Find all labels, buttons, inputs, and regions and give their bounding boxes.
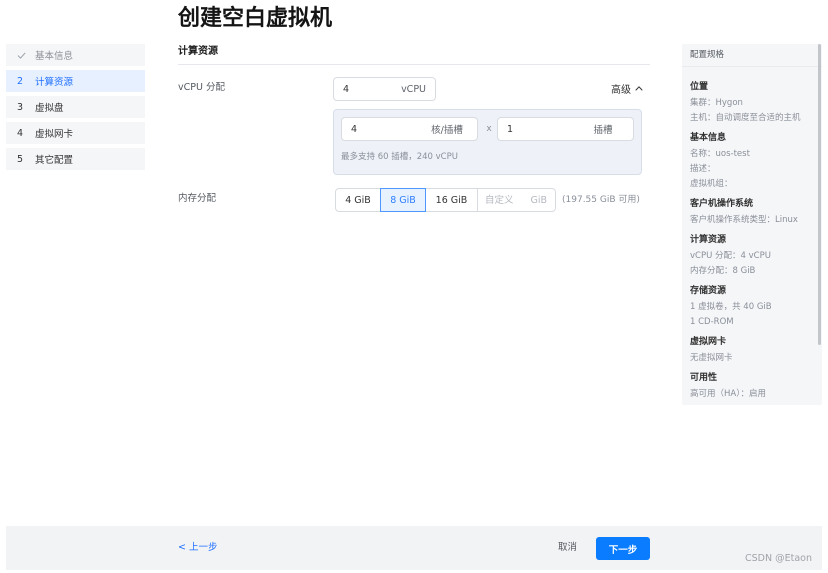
advanced-label: 高级 <box>611 84 631 96</box>
sockets-input[interactable] <box>498 118 579 140</box>
summary-group-availability: 可用性 高可用（HA）：启用 <box>690 370 814 402</box>
vcpu-field: vCPU <box>333 77 436 101</box>
advanced-panel: 核/插槽 x 插槽 最多支持 60 插槽，240 vCPU <box>333 109 642 175</box>
step-virtual-disk[interactable]: 3 虚拟盘 <box>6 96 145 118</box>
step-number: 3 <box>17 101 24 113</box>
step-number: 2 <box>17 75 24 87</box>
summary-group-compute: 计算资源 vCPU 分配：4 vCPU 内存分配：8 GiB <box>690 232 814 279</box>
cores-per-socket-field: 核/插槽 <box>341 117 478 141</box>
cores-per-socket-unit: 核/插槽 <box>431 125 463 136</box>
group-line: 主机：自动调度至合适的主机 <box>690 112 801 123</box>
cancel-button[interactable]: 取消 <box>558 541 577 555</box>
chevron-up-icon <box>635 86 643 91</box>
watermark: CSDN @Etaon <box>745 553 812 564</box>
step-marker <box>17 51 35 60</box>
summary-group-basic-info: 基本信息 名称：uos-test 描述： 虚拟机组： <box>690 130 814 192</box>
group-line: 1 虚拟卷，共 40 GiB <box>690 301 772 312</box>
step-label: 计算资源 <box>35 77 74 88</box>
vcpu-unit: vCPU <box>401 83 426 95</box>
step-virtual-nic[interactable]: 4 虚拟网卡 <box>6 122 145 144</box>
group-line: vCPU 分配：4 vCPU <box>690 250 771 261</box>
group-heading: 位置 <box>690 81 709 92</box>
summary-group-storage: 存储资源 1 虚拟卷，共 40 GiB 1 CD-ROM <box>690 283 814 330</box>
memory-label: 内存分配 <box>178 193 217 204</box>
memory-custom-field: GiB <box>477 188 556 212</box>
memory-option-8gib[interactable]: 8 GiB <box>380 188 426 212</box>
next-step-button[interactable]: 下一步 <box>596 537 650 560</box>
step-basic-info[interactable]: 基本信息 <box>6 44 145 66</box>
group-line: 集群：Hygon <box>690 97 743 108</box>
prev-step-link[interactable]: < 上一步 <box>178 541 217 555</box>
group-line: 高可用（HA）：启用 <box>690 388 766 399</box>
step-label: 其它配置 <box>35 155 74 166</box>
summary-group-guest-os: 客户机操作系统 客户机操作系统类型：Linux <box>690 196 814 228</box>
step-number: 4 <box>17 127 24 139</box>
step-label: 虚拟盘 <box>35 103 64 114</box>
step-compute-resources[interactable]: 2 计算资源 <box>6 70 145 92</box>
sockets-field: 插槽 <box>497 117 634 141</box>
group-line: 1 CD-ROM <box>690 316 734 327</box>
summary-scrollbar[interactable] <box>818 44 821 345</box>
advanced-toggle[interactable]: 高级 <box>611 81 643 96</box>
memory-available: (197.55 GiB 可用) <box>562 195 640 205</box>
step-number: 5 <box>17 153 24 165</box>
group-line: 描述： <box>690 163 716 174</box>
step-nav: 基本信息 2 计算资源 3 虚拟盘 4 虚拟网卡 5 其它配置 <box>6 44 145 174</box>
group-line: 内存分配：8 GiB <box>690 265 756 276</box>
vcpu-input[interactable] <box>334 78 402 100</box>
step-other-config[interactable]: 5 其它配置 <box>6 148 145 170</box>
check-icon <box>17 52 26 59</box>
group-heading: 虚拟网卡 <box>690 336 727 347</box>
memory-custom-unit: GiB <box>530 194 547 206</box>
multiply-sign: x <box>486 124 492 134</box>
summary-title: 配置规格 <box>690 50 725 60</box>
step-label: 虚拟网卡 <box>35 129 74 140</box>
summary-divider <box>682 66 822 67</box>
step-label: 基本信息 <box>35 51 74 62</box>
group-heading: 客户机操作系统 <box>690 198 754 209</box>
section-divider <box>178 64 650 65</box>
group-line: 虚拟机组： <box>690 178 733 189</box>
summary-body: 位置 集群：Hygon 主机：自动调度至合适的主机 基本信息 名称：uos-te… <box>690 79 814 406</box>
cores-per-socket-input[interactable] <box>342 118 423 140</box>
group-heading: 可用性 <box>690 372 718 383</box>
group-line: 名称：uos-test <box>690 148 750 159</box>
page-title: 创建空白虚拟机 <box>178 6 333 31</box>
group-heading: 计算资源 <box>690 234 727 245</box>
memory-custom-input[interactable] <box>478 189 531 211</box>
group-line: 客户机操作系统类型：Linux <box>690 214 798 225</box>
memory-option-4gib[interactable]: 4 GiB <box>335 188 381 212</box>
summary-group-nic: 虚拟网卡 无虚拟网卡 <box>690 334 814 366</box>
memory-options: 4 GiB 8 GiB 16 GiB GiB <box>335 188 556 212</box>
group-line: 无虚拟网卡 <box>690 352 733 363</box>
section-title: 计算资源 <box>178 46 218 57</box>
memory-option-16gib[interactable]: 16 GiB <box>425 188 478 212</box>
vcpu-limit-hint: 最多支持 60 插槽，240 vCPU <box>341 152 458 162</box>
vcpu-label: vCPU 分配 <box>178 82 225 93</box>
summary-group-location: 位置 集群：Hygon 主机：自动调度至合适的主机 <box>690 79 814 126</box>
group-heading: 存储资源 <box>690 285 727 296</box>
group-heading: 基本信息 <box>690 132 727 143</box>
config-summary-panel: 配置规格 位置 集群：Hygon 主机：自动调度至合适的主机 基本信息 名称：u… <box>682 44 822 405</box>
footer-bar: < 上一步 取消 下一步 <box>6 526 822 570</box>
sockets-unit: 插槽 <box>593 125 613 136</box>
